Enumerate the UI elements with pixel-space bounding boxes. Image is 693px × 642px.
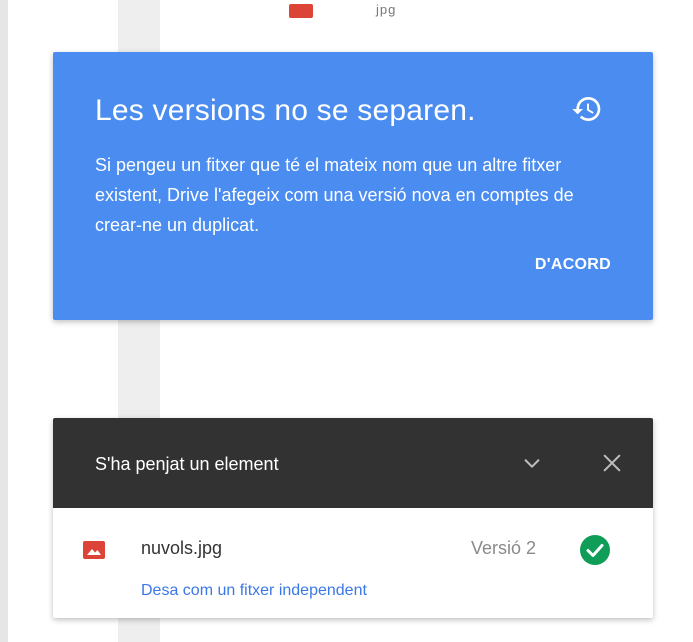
- history-icon: [572, 97, 601, 122]
- save-as-separate-file-link[interactable]: Desa com un fitxer independent: [141, 582, 367, 600]
- background-file-name: jpg: [376, 2, 397, 17]
- tip-body: Si pengeu un fitxer que té el mateix nom…: [95, 155, 574, 235]
- upload-item-row: nuvols.jpg Versió 2 Desa com un fitxer i…: [53, 508, 653, 618]
- background-file-thumbnail: [289, 4, 313, 18]
- check-circle-icon: [580, 535, 610, 565]
- background-file-row: jpg: [0, 0, 693, 24]
- chevron-down-icon[interactable]: [521, 452, 543, 474]
- versions-tip-card: Les versions no se separen. Si pengeu un…: [53, 52, 653, 320]
- image-file-icon: [83, 541, 105, 559]
- file-name: nuvols.jpg: [141, 538, 223, 558]
- upload-panel-title: S'ha penjat un element: [95, 454, 279, 474]
- tip-title: Les versions no se separen.: [95, 94, 476, 127]
- file-version: Versió 2: [471, 538, 537, 558]
- ok-button[interactable]: D'ACORD: [535, 256, 611, 274]
- close-icon[interactable]: [601, 452, 623, 474]
- page-gutter: [0, 0, 8, 642]
- upload-panel-header: S'ha penjat un element: [53, 418, 653, 508]
- upload-status-panel: S'ha penjat un element nuvols.jpg Versió…: [53, 418, 653, 618]
